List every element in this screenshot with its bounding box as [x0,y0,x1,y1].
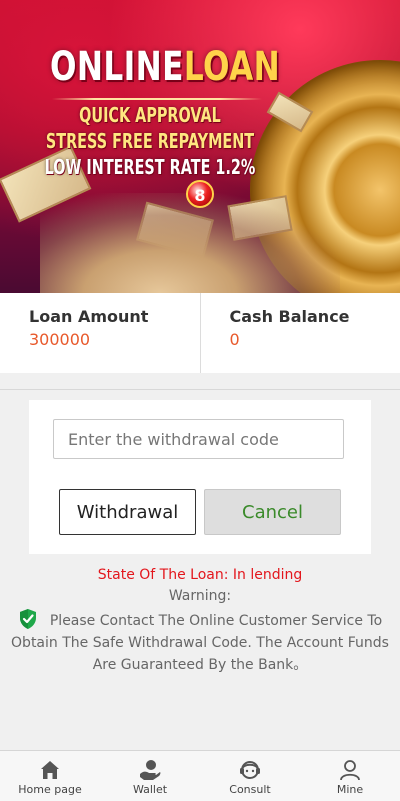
nav-label-mine: Mine [336,783,364,796]
banner-title: ONLINELOAN [50,44,280,90]
warning-message: Please Contact The Online Customer Servi… [4,608,396,676]
loan-state-text: State Of The Loan: In lending [97,567,303,583]
withdrawal-code-input[interactable] [53,419,344,459]
nav-label-consult: Consult [229,783,271,796]
home-icon [41,761,59,779]
consult-icon [240,761,260,779]
wallet-icon [140,760,161,780]
user-icon [340,760,360,781]
warning-message-text: Please Contact The Online Customer Servi… [11,613,389,673]
banner-line-interest: LOW INTEREST RATE 1.2% [44,155,256,179]
bottom-nav: Home page Wallet Consult Mine [0,750,400,801]
banner-line-repayment: STRESS FREE REPAYMENT [45,129,255,153]
banner-title-online: ONLINE [50,44,184,90]
nav-item-wallet[interactable]: Wallet [100,751,200,801]
banner-divider [52,98,262,100]
cash-balance-block: Cash Balance 0 [199,293,400,373]
nav-item-consult[interactable]: Consult [200,751,300,801]
coin-badge: 8 [186,180,214,208]
banner-title-loan: LOAN [183,44,281,90]
banner-line-approval: QUICK APPROVAL [79,103,221,127]
nav-label-home: Home page [18,783,82,796]
warning-label: Warning: [168,588,232,604]
section-divider [0,389,400,390]
nav-label-wallet: Wallet [132,783,168,796]
promo-banner: ONLINELOAN QUICK APPROVAL STRESS FREE RE… [0,0,400,293]
balance-summary: Loan Amount 300000 Cash Balance 0 [0,293,400,373]
shield-check-icon [19,609,36,629]
withdrawal-button[interactable]: Withdrawal [59,489,196,535]
loan-amount-value: 300000 [29,330,91,349]
loan-amount-label: Loan Amount [29,307,149,326]
cancel-button[interactable]: Cancel [204,489,341,535]
cash-balance-label: Cash Balance [229,307,350,326]
cash-pile-graphic [40,193,340,293]
nav-item-home[interactable]: Home page [0,751,100,801]
withdrawal-form: Withdrawal Cancel [29,400,371,554]
loan-amount-block: Loan Amount 300000 [0,293,200,373]
cash-balance-value: 0 [229,330,240,349]
nav-item-mine[interactable]: Mine [300,751,400,801]
